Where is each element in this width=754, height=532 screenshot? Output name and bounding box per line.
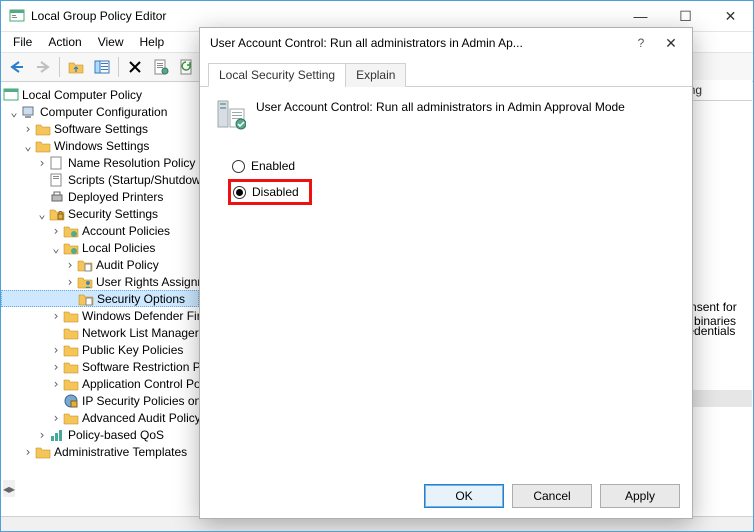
tree-audit[interactable]: ›Audit Policy — [1, 256, 199, 273]
tree-sec[interactable]: ⌄Security Settings — [1, 205, 199, 222]
tree-ura[interactable]: ›User Rights Assignment — [1, 273, 199, 290]
tree-cc[interactable]: ⌄Computer Configuration — [1, 103, 199, 120]
radio-enabled-row[interactable]: Enabled — [232, 159, 678, 173]
app-icon — [9, 8, 25, 24]
menu-view[interactable]: View — [92, 33, 130, 51]
tree-at[interactable]: ›Administrative Templates — [1, 443, 199, 460]
tree-nlm[interactable]: Network List Manager — [1, 324, 199, 341]
refresh-button[interactable] — [175, 55, 199, 79]
tree-qos[interactable]: ›Policy-based QoS — [1, 426, 199, 443]
scroll-right-button[interactable]: ▸ — [9, 480, 15, 497]
policy-icon — [214, 99, 246, 131]
dialog-title: User Account Control: Run all administra… — [210, 36, 626, 50]
help-button[interactable]: ? — [626, 36, 656, 50]
tree-srp[interactable]: ›Software Restriction Policies — [1, 358, 199, 375]
tree-pane[interactable]: Local Computer Policy ⌄Computer Configur… — [1, 82, 200, 516]
dialog-titlebar[interactable]: User Account Control: Run all administra… — [200, 28, 692, 58]
tree-root[interactable]: Local Computer Policy — [1, 86, 199, 103]
tree-pkp[interactable]: ›Public Key Policies — [1, 341, 199, 358]
window-title: Local Group Policy Editor — [31, 9, 618, 23]
dialog-close-button[interactable]: ✕ — [656, 35, 686, 52]
menu-help[interactable]: Help — [134, 33, 171, 51]
properties-button[interactable] — [149, 55, 173, 79]
tab-local-security-setting[interactable]: Local Security Setting — [208, 63, 346, 87]
apply-button[interactable]: Apply — [600, 484, 680, 508]
menu-file[interactable]: File — [7, 33, 38, 51]
policy-name: User Account Control: Run all administra… — [256, 99, 625, 115]
tree-ss[interactable]: ›Software Settings — [1, 120, 199, 137]
radio-disabled-label: Disabled — [252, 185, 299, 199]
highlight-box: Disabled — [228, 179, 312, 205]
tree-secopt[interactable]: Security Options — [1, 290, 199, 307]
tree-lp[interactable]: ⌄Local Policies — [1, 239, 199, 256]
up-button[interactable] — [64, 55, 88, 79]
radio-enabled[interactable] — [232, 160, 245, 173]
radio-disabled[interactable] — [233, 186, 246, 199]
close-button[interactable]: ✕ — [708, 1, 753, 31]
tree-ipsec[interactable]: IP Security Policies on Local Computer — [1, 392, 199, 409]
forward-button[interactable] — [31, 55, 55, 79]
tree-ap[interactable]: ›Account Policies — [1, 222, 199, 239]
tree-wdf[interactable]: ›Windows Defender Firewall — [1, 307, 199, 324]
tree-scripts[interactable]: Scripts (Startup/Shutdown) — [1, 171, 199, 188]
tab-explain[interactable]: Explain — [345, 63, 406, 87]
dialog-tabs: Local Security Setting Explain — [200, 58, 692, 87]
tree-ws[interactable]: ⌄Windows Settings — [1, 137, 199, 154]
show-hide-tree-button[interactable] — [90, 55, 114, 79]
tree-nrp[interactable]: ›Name Resolution Policy — [1, 154, 199, 171]
menu-action[interactable]: Action — [42, 33, 87, 51]
cancel-button[interactable]: Cancel — [512, 484, 592, 508]
back-button[interactable] — [5, 55, 29, 79]
ok-button[interactable]: OK — [424, 484, 504, 508]
tree-dp[interactable]: Deployed Printers — [1, 188, 199, 205]
tree-aap[interactable]: ›Advanced Audit Policy Configuration — [1, 409, 199, 426]
properties-dialog: User Account Control: Run all administra… — [199, 27, 693, 519]
delete-button[interactable] — [123, 55, 147, 79]
radio-enabled-label: Enabled — [251, 159, 295, 173]
tree-acp[interactable]: ›Application Control Policies — [1, 375, 199, 392]
